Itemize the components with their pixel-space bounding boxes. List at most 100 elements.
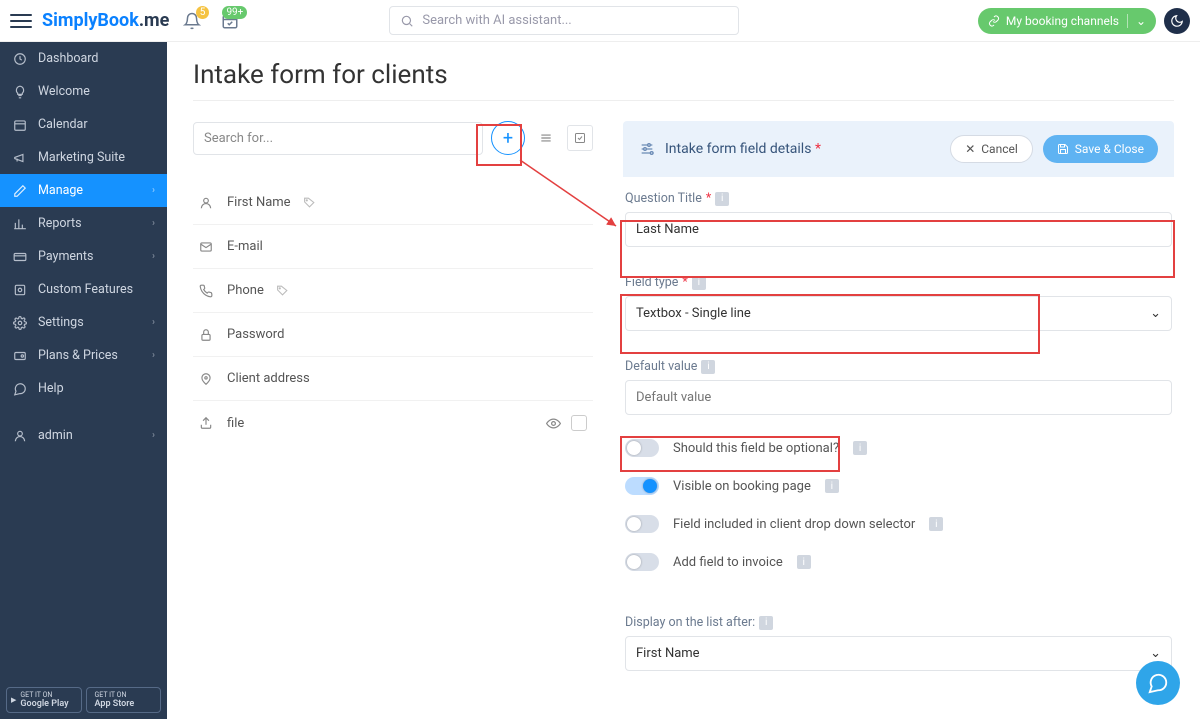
sidebar-label: Dashboard [38, 51, 98, 66]
bulb-icon [12, 85, 28, 99]
booking-channels-button[interactable]: My booking channels ⌄ [978, 8, 1156, 34]
google-play-badge[interactable]: ▶ GET IT ONGoogle Play [6, 687, 82, 713]
dropdown-toggle[interactable] [625, 515, 659, 533]
sidebar-label: Settings [38, 315, 84, 330]
sidebar-label: Reports [38, 216, 82, 231]
info-icon[interactable]: i [759, 616, 773, 630]
display-after-select[interactable]: First Name ⌄ [625, 636, 1172, 671]
info-icon[interactable]: i [929, 517, 943, 531]
sidebar-label: Payments [38, 249, 93, 264]
row-checkbox[interactable] [571, 415, 587, 431]
info-icon[interactable]: i [853, 441, 867, 455]
pencil-icon [12, 184, 28, 198]
logo[interactable]: SimplyBook.me [42, 10, 169, 31]
theme-toggle[interactable] [1164, 8, 1190, 34]
invoice-label: Add field to invoice [673, 555, 783, 570]
save-icon [1057, 143, 1069, 155]
field-row-email[interactable]: E-mail [193, 225, 593, 269]
field-label: First Name [227, 195, 291, 210]
chevron-right-icon: › [152, 430, 155, 441]
phone-icon [199, 284, 215, 298]
visible-label: Visible on booking page [673, 479, 811, 494]
page-title: Intake form for clients [193, 60, 1174, 90]
info-icon[interactable]: i [701, 360, 715, 374]
default-value-input[interactable] [625, 380, 1172, 415]
list-search-input[interactable]: Search for... [193, 122, 483, 155]
hamburger-menu[interactable] [10, 10, 32, 32]
moon-icon [1170, 14, 1184, 28]
invoice-toggle[interactable] [625, 553, 659, 571]
calendar-top-button[interactable]: 99+ [221, 12, 239, 30]
dropdown-label: Field included in client drop down selec… [673, 517, 915, 532]
sidebar-item-manage[interactable]: Manage › [0, 174, 167, 207]
info-icon[interactable]: i [715, 192, 729, 206]
cancel-button[interactable]: ✕ Cancel [950, 135, 1033, 163]
tag-icon [276, 284, 289, 297]
sidebar-item-help[interactable]: Help [0, 372, 167, 405]
chevron-right-icon: › [152, 218, 155, 229]
save-label: Save & Close [1075, 142, 1144, 156]
search-placeholder: Search for... [204, 131, 273, 146]
chat-fab[interactable] [1136, 661, 1180, 705]
select-all-button[interactable] [567, 125, 593, 151]
sidebar-item-user[interactable]: admin › [0, 419, 167, 452]
add-field-button[interactable]: + [491, 121, 525, 155]
field-row-phone[interactable]: Phone [193, 269, 593, 313]
sidebar-label: Help [38, 381, 64, 396]
field-label: Password [227, 327, 284, 342]
sidebar-user-label: admin [38, 428, 73, 443]
lock-icon [199, 328, 215, 342]
detail-title: Intake form field details * [665, 141, 821, 157]
wallet-icon [12, 349, 28, 363]
mail-icon [199, 240, 215, 254]
field-type-select[interactable]: Textbox - Single line ⌄ [625, 296, 1172, 331]
notifications-button[interactable]: 5 [183, 12, 201, 30]
sidebar-item-custom-features[interactable]: Custom Features [0, 273, 167, 306]
chevron-right-icon: › [152, 251, 155, 262]
sidebar-item-calendar[interactable]: Calendar [0, 108, 167, 141]
sidebar-item-welcome[interactable]: Welcome [0, 75, 167, 108]
field-label: Client address [227, 371, 310, 386]
global-search[interactable]: Search with AI assistant... [389, 6, 739, 35]
sidebar-item-reports[interactable]: Reports › [0, 207, 167, 240]
sidebar-item-plans[interactable]: Plans & Prices › [0, 339, 167, 372]
info-icon[interactable]: i [825, 479, 839, 493]
optional-toggle[interactable] [625, 439, 659, 457]
calendar-badge: 99+ [222, 6, 247, 19]
chevron-down-icon: ⌄ [1150, 306, 1161, 321]
eye-icon[interactable] [546, 416, 561, 431]
calendar-icon [12, 118, 28, 132]
field-row-password[interactable]: Password [193, 313, 593, 357]
sidebar-item-settings[interactable]: Settings › [0, 306, 167, 339]
sidebar-label: Welcome [38, 84, 90, 99]
save-button[interactable]: Save & Close [1043, 135, 1158, 163]
question-title-input[interactable] [625, 212, 1172, 247]
field-row-address[interactable]: Client address [193, 357, 593, 401]
store-name: App Store [95, 699, 135, 709]
sidebar-item-payments[interactable]: Payments › [0, 240, 167, 273]
logo-part-a: SimplyBook [42, 10, 139, 31]
chat-icon [1147, 672, 1169, 694]
question-title-label: Question Title * i [625, 191, 1172, 206]
check-square-icon [574, 132, 586, 144]
megaphone-icon [12, 151, 28, 165]
info-icon[interactable]: i [797, 555, 811, 569]
info-icon[interactable]: i [692, 276, 706, 290]
tag-icon [303, 196, 316, 209]
help-icon [12, 382, 28, 396]
visible-toggle[interactable] [625, 477, 659, 495]
sidebar-item-marketing[interactable]: Marketing Suite [0, 141, 167, 174]
sidebar: Dashboard Welcome Calendar Marketing Sui… [0, 42, 167, 719]
sidebar-label: Manage [38, 183, 83, 198]
app-store-badge[interactable]: GET IT ONApp Store [86, 687, 162, 713]
store-name: Google Play [20, 699, 68, 709]
plus-icon: + [503, 128, 513, 149]
sidebar-item-dashboard[interactable]: Dashboard [0, 42, 167, 75]
reorder-button[interactable] [533, 125, 559, 151]
field-type-label: Field type * i [625, 275, 1172, 290]
lines-icon [539, 131, 553, 145]
chart-icon [12, 217, 28, 231]
field-row-file[interactable]: file [193, 401, 593, 445]
field-row-first-name[interactable]: First Name [193, 181, 593, 225]
chevron-right-icon: › [152, 317, 155, 328]
